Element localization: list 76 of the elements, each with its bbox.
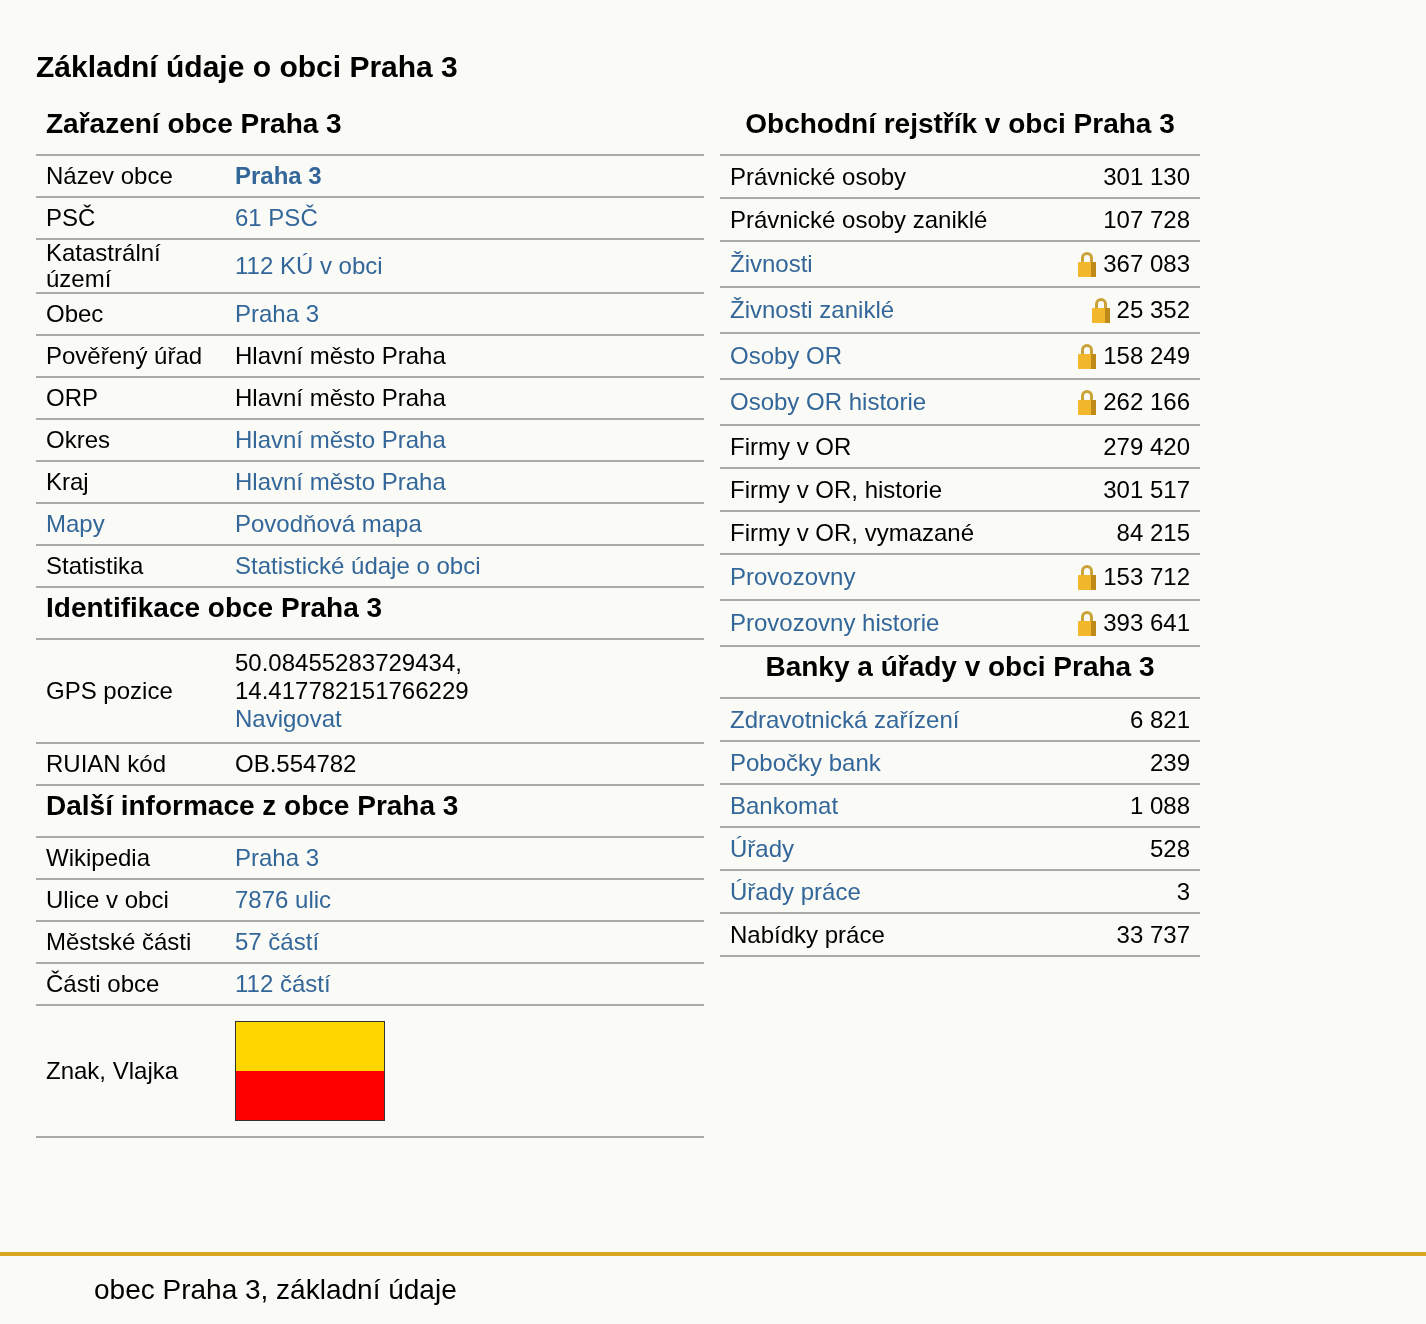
row-label-link[interactable]: Provozovny historie	[720, 609, 1078, 637]
count-value: 1 088	[1129, 791, 1190, 820]
count-value: 528	[1149, 834, 1190, 863]
count-value: 393 641	[1103, 609, 1190, 637]
row-label-link[interactable]: Živnosti	[720, 250, 1078, 278]
count-value: 153 712	[1103, 563, 1190, 591]
page-title: Základní údaje o obci Praha 3	[36, 50, 458, 84]
value-text: Hlavní město Praha	[235, 342, 446, 370]
row-label-link[interactable]: Bankomat	[720, 791, 1130, 820]
value-link[interactable]: Statistické údaje o obci	[235, 552, 481, 580]
count-value: 239	[1149, 748, 1190, 777]
value-link[interactable]: Navigovat	[235, 705, 469, 733]
row-label-link[interactable]: Zdravotnická zařízení	[720, 705, 1130, 734]
value-link[interactable]: 112 KÚ v obci	[235, 252, 383, 280]
count-value: 367 083	[1103, 250, 1190, 278]
value-link[interactable]: Praha 3	[235, 844, 320, 872]
count-value: 3	[1176, 877, 1190, 906]
count-value: 301 517	[1103, 475, 1190, 504]
row-label-link[interactable]: Osoby OR historie	[720, 388, 1078, 416]
section-heading: Banky a úřady v obci Praha 3	[720, 647, 1200, 699]
row-label: ORP	[45, 385, 99, 411]
count-value: 301 130	[1103, 162, 1190, 191]
row-label: Katastrální území	[45, 240, 162, 292]
value-link[interactable]: Praha 3	[235, 162, 322, 190]
value-text: Hlavní město Praha	[235, 384, 446, 412]
row-label-link[interactable]: Úřady	[720, 834, 1150, 863]
row-label: Části obce	[45, 971, 161, 997]
row-label: Statistika	[45, 553, 145, 579]
value-link[interactable]: 61 PSČ	[235, 204, 318, 232]
row-label: RUIAN kód	[45, 751, 168, 777]
value-link[interactable]: Hlavní město Praha	[235, 468, 446, 496]
row-label: Pověřený úřad	[45, 343, 204, 369]
count-value: 107 728	[1103, 205, 1190, 234]
section-heading: Obchodní rejstřík v obci Praha 3	[720, 104, 1200, 156]
row-label-link[interactable]: Mapy	[36, 511, 235, 537]
row-label: Městské části	[45, 929, 193, 955]
value-link[interactable]: Povodňová mapa	[235, 510, 422, 538]
value-link[interactable]: 7876 ulic	[235, 886, 332, 914]
row-label: Právnické osoby zaniklé	[729, 205, 989, 234]
count-value: 279 420	[1103, 432, 1190, 461]
row-label: Firmy v OR	[729, 432, 853, 461]
section-heading: Identifikace obce Praha 3	[36, 588, 704, 640]
count-value: 158 249	[1103, 342, 1190, 370]
section-heading: Další informace z obce Praha 3	[36, 786, 704, 838]
row-label: Znak, Vlajka	[45, 1058, 180, 1084]
count-value: 33 737	[1116, 920, 1190, 949]
row-label-link[interactable]: Provozovny	[720, 563, 1078, 591]
row-label: Firmy v OR, vymazané	[729, 518, 976, 547]
value-link[interactable]: 112 částí	[235, 970, 331, 998]
row-label: Ulice v obci	[45, 887, 170, 913]
row-label: Obec	[45, 301, 105, 327]
row-label-link[interactable]: Živnosti zaniklé	[720, 296, 1091, 324]
value-text: 14.417782151766229	[235, 677, 469, 705]
row-label: Wikipedia	[45, 845, 152, 871]
row-label-link[interactable]: Úřady práce	[720, 877, 1177, 906]
row-label: Firmy v OR, historie	[729, 475, 943, 504]
row-label: Kraj	[45, 469, 90, 495]
row-label-link[interactable]: Osoby OR	[720, 342, 1078, 370]
row-label: Právnické osoby	[729, 162, 908, 191]
count-value: 6 821	[1129, 705, 1190, 734]
row-label: Okres	[45, 427, 111, 453]
row-label: Název obce	[45, 163, 174, 189]
count-value: 25 352	[1116, 296, 1190, 324]
value-link[interactable]: Hlavní město Praha	[235, 426, 446, 454]
footer-text: obec Praha 3, základní údaje	[94, 1274, 457, 1306]
count-value: 84 215	[1116, 518, 1190, 547]
value-link[interactable]: 57 částí	[235, 928, 320, 956]
row-label: PSČ	[45, 205, 97, 231]
count-value: 262 166	[1103, 388, 1190, 416]
value-text: OB.554782	[235, 750, 357, 778]
row-label: Nabídky práce	[729, 920, 886, 949]
row-label: GPS pozice	[45, 678, 174, 704]
section-heading: Zařazení obce Praha 3	[36, 104, 704, 156]
value-text: 50.08455283729434,	[235, 649, 463, 677]
value-link[interactable]: Praha 3	[235, 300, 320, 328]
row-label-link[interactable]: Pobočky bank	[720, 748, 1150, 777]
